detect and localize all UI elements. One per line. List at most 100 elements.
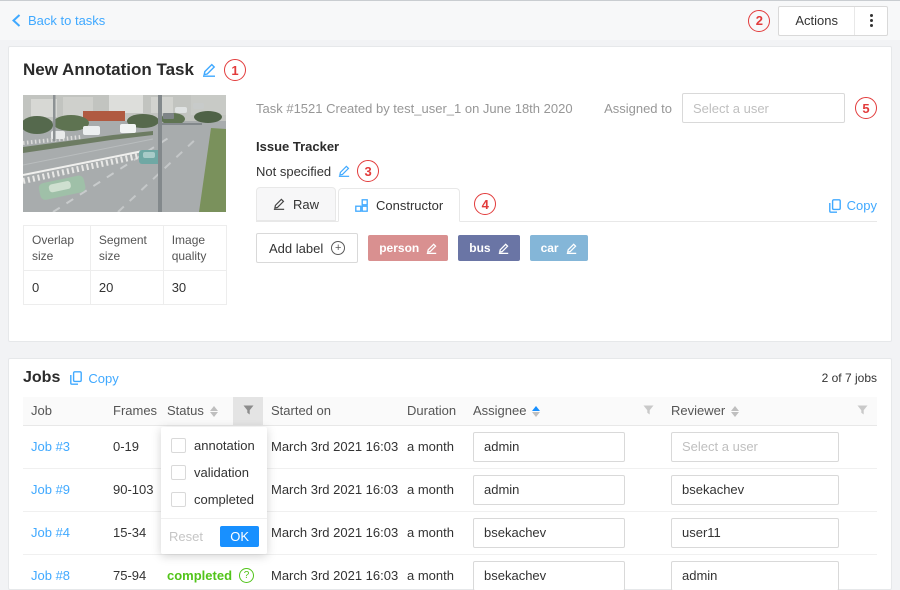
reviewer-input[interactable] <box>671 475 839 505</box>
build-icon <box>355 199 368 212</box>
image-quality-value: 30 <box>163 271 226 305</box>
job-3-link[interactable]: Job #3 <box>31 439 70 454</box>
pencil-icon[interactable] <box>566 243 577 254</box>
labels-tabs-bar: Raw Constructor 4 Copy <box>256 187 877 222</box>
tab-raw-label: Raw <box>293 197 319 212</box>
filter-option-completed[interactable]: completed <box>161 486 267 513</box>
task-title: New Annotation Task <box>23 60 194 80</box>
filter-option-validation-label: validation <box>194 465 249 480</box>
annotation-circle-4: 4 <box>474 193 496 215</box>
column-reviewer[interactable]: Reviewer <box>663 397 847 425</box>
table-row: Job #9 90-103 March 3rd 2021 16:03 a mon… <box>23 468 877 511</box>
copy-icon <box>829 199 841 213</box>
job-9-link[interactable]: Job #9 <box>31 482 70 497</box>
frames-value: 75-94 <box>105 554 159 590</box>
status-completed-badge: completed ? <box>167 568 254 583</box>
assignee-sort-icon[interactable] <box>532 406 540 417</box>
copy-labels-link[interactable]: Copy <box>829 198 877 213</box>
issue-tracker-value: Not specified <box>256 164 331 179</box>
table-row: Job #8 75-94 completed ? March 3rd 2021 … <box>23 554 877 590</box>
copy-jobs-link[interactable]: Copy <box>70 371 118 386</box>
reviewer-sort-icon[interactable] <box>731 406 739 417</box>
segment-size-value: 20 <box>90 271 163 305</box>
label-chip-person-name: person <box>379 241 419 255</box>
funnel-icon <box>237 405 259 416</box>
tab-constructor[interactable]: Constructor <box>338 188 460 222</box>
funnel-icon <box>851 405 873 416</box>
reviewer-input[interactable] <box>671 518 839 548</box>
jobs-title: Jobs <box>23 369 60 387</box>
status-sort-icon[interactable] <box>210 406 218 417</box>
started-on-value: March 3rd 2021 16:03 <box>263 425 399 468</box>
label-chip-car[interactable]: car <box>530 235 588 261</box>
frames-value: 15-34 <box>105 511 159 554</box>
duration-value: a month <box>399 511 465 554</box>
column-started-on: Started on <box>263 397 399 425</box>
actions-split-button: Actions <box>778 6 888 36</box>
label-chip-person[interactable]: person <box>368 235 448 261</box>
edit-title-icon[interactable] <box>202 63 216 77</box>
frames-value: 0-19 <box>105 425 159 468</box>
column-assignee[interactable]: Assignee <box>465 397 633 425</box>
pencil-icon[interactable] <box>498 243 509 254</box>
filter-option-annotation-label: annotation <box>194 438 255 453</box>
duration-value: a month <box>399 425 465 468</box>
jobs-table: Job Frames Status Started on Duration As… <box>23 397 877 590</box>
status-filter-button[interactable] <box>233 397 263 425</box>
task-details-card: New Annotation Task 1 <box>8 46 892 342</box>
tab-constructor-label: Constructor <box>376 198 443 213</box>
annotation-circle-1: 1 <box>224 59 246 81</box>
frames-value: 90-103 <box>105 468 159 511</box>
back-to-tasks-label: Back to tasks <box>28 13 105 28</box>
filter-option-annotation[interactable]: annotation <box>161 432 267 459</box>
overlap-size-header: Overlap size <box>24 226 91 271</box>
pencil-icon[interactable] <box>426 243 437 254</box>
duration-value: a month <box>399 554 465 590</box>
reviewer-filter-button[interactable] <box>847 397 877 425</box>
job-8-link[interactable]: Job #8 <box>31 568 70 583</box>
question-circle-icon[interactable]: ? <box>239 568 254 583</box>
tab-raw[interactable]: Raw <box>256 187 336 221</box>
back-to-tasks-link[interactable]: Back to tasks <box>12 13 105 28</box>
assigned-to-input[interactable] <box>682 93 845 123</box>
started-on-value: March 3rd 2021 16:03 <box>263 511 399 554</box>
edit-issue-tracker-icon[interactable] <box>338 165 350 177</box>
annotation-circle-5: 5 <box>855 97 877 119</box>
column-status[interactable]: Status <box>159 397 233 425</box>
assignee-input[interactable] <box>473 475 625 505</box>
annotation-circle-3: 3 <box>357 160 379 182</box>
job-4-link[interactable]: Job #4 <box>31 525 70 540</box>
filter-option-validation[interactable]: validation <box>161 459 267 486</box>
actions-button[interactable]: Actions <box>779 7 855 35</box>
reviewer-input[interactable] <box>671 561 839 590</box>
checkbox-annotation[interactable] <box>171 438 186 453</box>
status-filter-dropdown: annotation validation completed Reset OK <box>161 427 267 554</box>
annotation-circle-2: 2 <box>748 10 770 32</box>
assignee-filter-button[interactable] <box>633 397 663 425</box>
started-on-value: March 3rd 2021 16:03 <box>263 554 399 590</box>
add-label-button[interactable]: Add label + <box>256 233 358 263</box>
plus-circle-icon: + <box>331 241 345 255</box>
copy-icon <box>70 371 82 385</box>
filter-reset-button[interactable]: Reset <box>169 529 203 544</box>
assignee-input[interactable] <box>473 432 625 462</box>
chevron-left-icon <box>12 14 21 27</box>
overlap-size-value: 0 <box>24 271 91 305</box>
jobs-card: Jobs Copy 2 of 7 jobs Job Frames Status <box>8 358 892 590</box>
checkbox-completed[interactable] <box>171 492 186 507</box>
top-bar: Back to tasks 2 Actions <box>0 0 900 40</box>
jobs-header-row: Job Frames Status Started on Duration As… <box>23 397 877 425</box>
reviewer-input[interactable] <box>671 432 839 462</box>
label-chip-bus[interactable]: bus <box>458 235 519 261</box>
started-on-value: March 3rd 2021 16:03 <box>263 468 399 511</box>
labels-row: Add label + person bus car <box>256 233 588 263</box>
assigned-to-label: Assigned to <box>604 101 672 116</box>
filter-ok-button[interactable]: OK <box>220 526 259 547</box>
table-row: Job #3 0-19 March 3rd 2021 16:03 a month <box>23 425 877 468</box>
assignee-input[interactable] <box>473 561 625 590</box>
copy-jobs-label: Copy <box>88 371 118 386</box>
assignee-input[interactable] <box>473 518 625 548</box>
checkbox-validation[interactable] <box>171 465 186 480</box>
more-actions-icon[interactable] <box>855 7 887 35</box>
issue-tracker-label: Issue Tracker <box>256 139 339 154</box>
